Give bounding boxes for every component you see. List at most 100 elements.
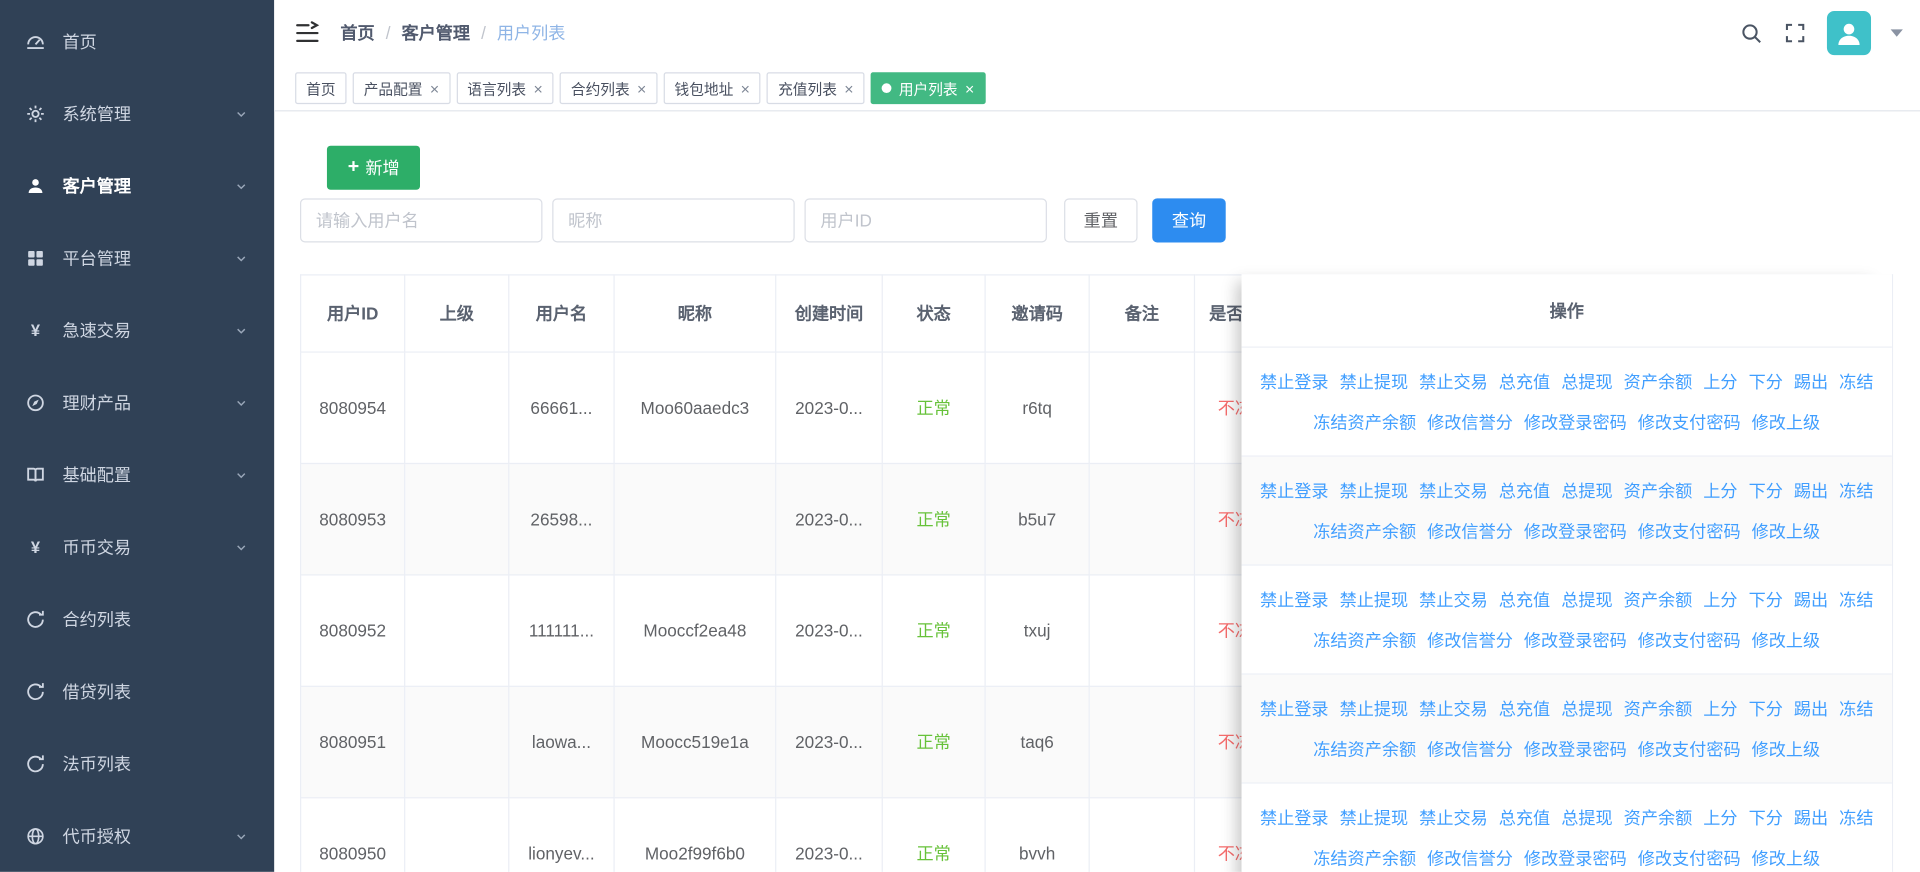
action-total-withdraw[interactable]: 总提现: [1561, 478, 1612, 502]
action-modify-credit-score[interactable]: 修改信誉分: [1427, 410, 1513, 434]
close-icon[interactable]: ×: [533, 80, 542, 96]
action-forbid-login[interactable]: 禁止登录: [1260, 805, 1329, 829]
action-forbid-withdraw[interactable]: 禁止提现: [1340, 478, 1409, 502]
action-total-deposit[interactable]: 总充值: [1499, 369, 1550, 393]
nickname-input[interactable]: [552, 198, 794, 242]
action-modify-pay-password[interactable]: 修改支付密码: [1638, 737, 1741, 761]
avatar[interactable]: [1827, 11, 1871, 55]
close-icon[interactable]: ×: [844, 80, 853, 96]
sidebar-item-customer-management[interactable]: 客户管理: [0, 149, 274, 221]
action-modify-pay-password[interactable]: 修改支付密码: [1638, 628, 1741, 652]
action-forbid-login[interactable]: 禁止登录: [1260, 696, 1329, 720]
hamburger-menu-icon[interactable]: [294, 20, 321, 47]
tab-language-list[interactable]: 语言列表×: [456, 72, 553, 104]
action-deduct-points[interactable]: 下分: [1749, 587, 1783, 611]
action-forbid-login[interactable]: 禁止登录: [1260, 587, 1329, 611]
action-forbid-trade[interactable]: 禁止交易: [1419, 696, 1488, 720]
action-modify-login-password[interactable]: 修改登录密码: [1524, 410, 1627, 434]
action-modify-pay-password[interactable]: 修改支付密码: [1638, 519, 1741, 543]
action-freeze-asset-balance[interactable]: 冻结资产余额: [1313, 519, 1416, 543]
action-forbid-trade[interactable]: 禁止交易: [1419, 478, 1488, 502]
sidebar-item-rapid-trade[interactable]: ¥急速交易: [0, 294, 274, 366]
action-total-deposit[interactable]: 总充值: [1499, 587, 1550, 611]
action-add-points[interactable]: 上分: [1703, 369, 1737, 393]
sidebar-item-platform-management[interactable]: 平台管理: [0, 222, 274, 294]
sidebar-item-loan-list[interactable]: 借贷列表: [0, 655, 274, 727]
action-forbid-withdraw[interactable]: 禁止提现: [1340, 696, 1409, 720]
action-modify-credit-score[interactable]: 修改信誉分: [1427, 846, 1513, 870]
tab-wallet-address[interactable]: 钱包地址×: [663, 72, 760, 104]
action-deduct-points[interactable]: 下分: [1749, 805, 1783, 829]
action-forbid-trade[interactable]: 禁止交易: [1419, 587, 1488, 611]
action-freeze-asset-balance[interactable]: 冻结资产余额: [1313, 628, 1416, 652]
action-modify-parent[interactable]: 修改上级: [1752, 737, 1821, 761]
sidebar-item-token-auth[interactable]: 代币授权: [0, 800, 274, 872]
action-kick-out[interactable]: 踢出: [1794, 805, 1828, 829]
sidebar-item-home[interactable]: 首页: [0, 5, 274, 77]
action-modify-login-password[interactable]: 修改登录密码: [1524, 846, 1627, 870]
action-add-points[interactable]: 上分: [1703, 478, 1737, 502]
action-deduct-points[interactable]: 下分: [1749, 478, 1783, 502]
userid-input[interactable]: [804, 198, 1046, 242]
sidebar-item-basic-config[interactable]: 基础配置: [0, 438, 274, 510]
add-button[interactable]: + 新增: [327, 146, 420, 190]
sidebar-item-fiat-list[interactable]: 法币列表: [0, 727, 274, 799]
search-button[interactable]: 查询: [1152, 198, 1225, 242]
action-forbid-withdraw[interactable]: 禁止提现: [1340, 805, 1409, 829]
username-input[interactable]: [300, 198, 542, 242]
action-forbid-trade[interactable]: 禁止交易: [1419, 805, 1488, 829]
sidebar-item-coin-trade[interactable]: ¥币币交易: [0, 511, 274, 583]
action-modify-pay-password[interactable]: 修改支付密码: [1638, 846, 1741, 870]
close-icon[interactable]: ×: [741, 80, 750, 96]
fullscreen-icon[interactable]: [1783, 21, 1807, 45]
action-kick-out[interactable]: 踢出: [1794, 696, 1828, 720]
action-total-withdraw[interactable]: 总提现: [1561, 696, 1612, 720]
action-forbid-trade[interactable]: 禁止交易: [1419, 369, 1488, 393]
action-modify-credit-score[interactable]: 修改信誉分: [1427, 628, 1513, 652]
chevron-down-icon[interactable]: [1891, 29, 1903, 36]
action-freeze[interactable]: 冻结: [1839, 478, 1873, 502]
action-modify-pay-password[interactable]: 修改支付密码: [1638, 410, 1741, 434]
sidebar-item-wealth-products[interactable]: 理财产品: [0, 366, 274, 438]
action-forbid-withdraw[interactable]: 禁止提现: [1340, 587, 1409, 611]
action-freeze[interactable]: 冻结: [1839, 696, 1873, 720]
sidebar-item-system-management[interactable]: 系统管理: [0, 77, 274, 149]
sidebar-item-contract-list[interactable]: 合约列表: [0, 583, 274, 655]
action-asset-balance[interactable]: 资产余额: [1624, 805, 1693, 829]
action-freeze-asset-balance[interactable]: 冻结资产余额: [1313, 846, 1416, 870]
search-icon[interactable]: [1739, 21, 1763, 45]
action-total-deposit[interactable]: 总充值: [1499, 696, 1550, 720]
reset-button[interactable]: 重置: [1064, 198, 1137, 242]
tab-contract-list[interactable]: 合约列表×: [560, 72, 657, 104]
close-icon[interactable]: ×: [430, 80, 439, 96]
tab-product-config[interactable]: 产品配置×: [353, 72, 450, 104]
action-forbid-login[interactable]: 禁止登录: [1260, 478, 1329, 502]
tab-user-list[interactable]: 用户列表×: [871, 72, 986, 104]
action-modify-login-password[interactable]: 修改登录密码: [1524, 737, 1627, 761]
action-deduct-points[interactable]: 下分: [1749, 696, 1783, 720]
action-modify-credit-score[interactable]: 修改信誉分: [1427, 737, 1513, 761]
breadcrumb-customer-management[interactable]: 客户管理: [401, 21, 470, 45]
close-icon[interactable]: ×: [965, 80, 974, 96]
action-modify-login-password[interactable]: 修改登录密码: [1524, 519, 1627, 543]
action-forbid-login[interactable]: 禁止登录: [1260, 369, 1329, 393]
close-icon[interactable]: ×: [637, 80, 646, 96]
breadcrumb-home[interactable]: 首页: [340, 21, 374, 45]
action-asset-balance[interactable]: 资产余额: [1624, 369, 1693, 393]
action-asset-balance[interactable]: 资产余额: [1624, 696, 1693, 720]
action-add-points[interactable]: 上分: [1703, 587, 1737, 611]
action-asset-balance[interactable]: 资产余额: [1624, 587, 1693, 611]
action-modify-parent[interactable]: 修改上级: [1752, 628, 1821, 652]
action-modify-parent[interactable]: 修改上级: [1752, 519, 1821, 543]
action-modify-login-password[interactable]: 修改登录密码: [1524, 628, 1627, 652]
action-kick-out[interactable]: 踢出: [1794, 587, 1828, 611]
action-total-deposit[interactable]: 总充值: [1499, 805, 1550, 829]
action-add-points[interactable]: 上分: [1703, 696, 1737, 720]
action-freeze-asset-balance[interactable]: 冻结资产余额: [1313, 737, 1416, 761]
action-freeze-asset-balance[interactable]: 冻结资产余额: [1313, 410, 1416, 434]
action-freeze[interactable]: 冻结: [1839, 587, 1873, 611]
action-total-withdraw[interactable]: 总提现: [1561, 805, 1612, 829]
action-deduct-points[interactable]: 下分: [1749, 369, 1783, 393]
action-modify-parent[interactable]: 修改上级: [1752, 410, 1821, 434]
action-add-points[interactable]: 上分: [1703, 805, 1737, 829]
